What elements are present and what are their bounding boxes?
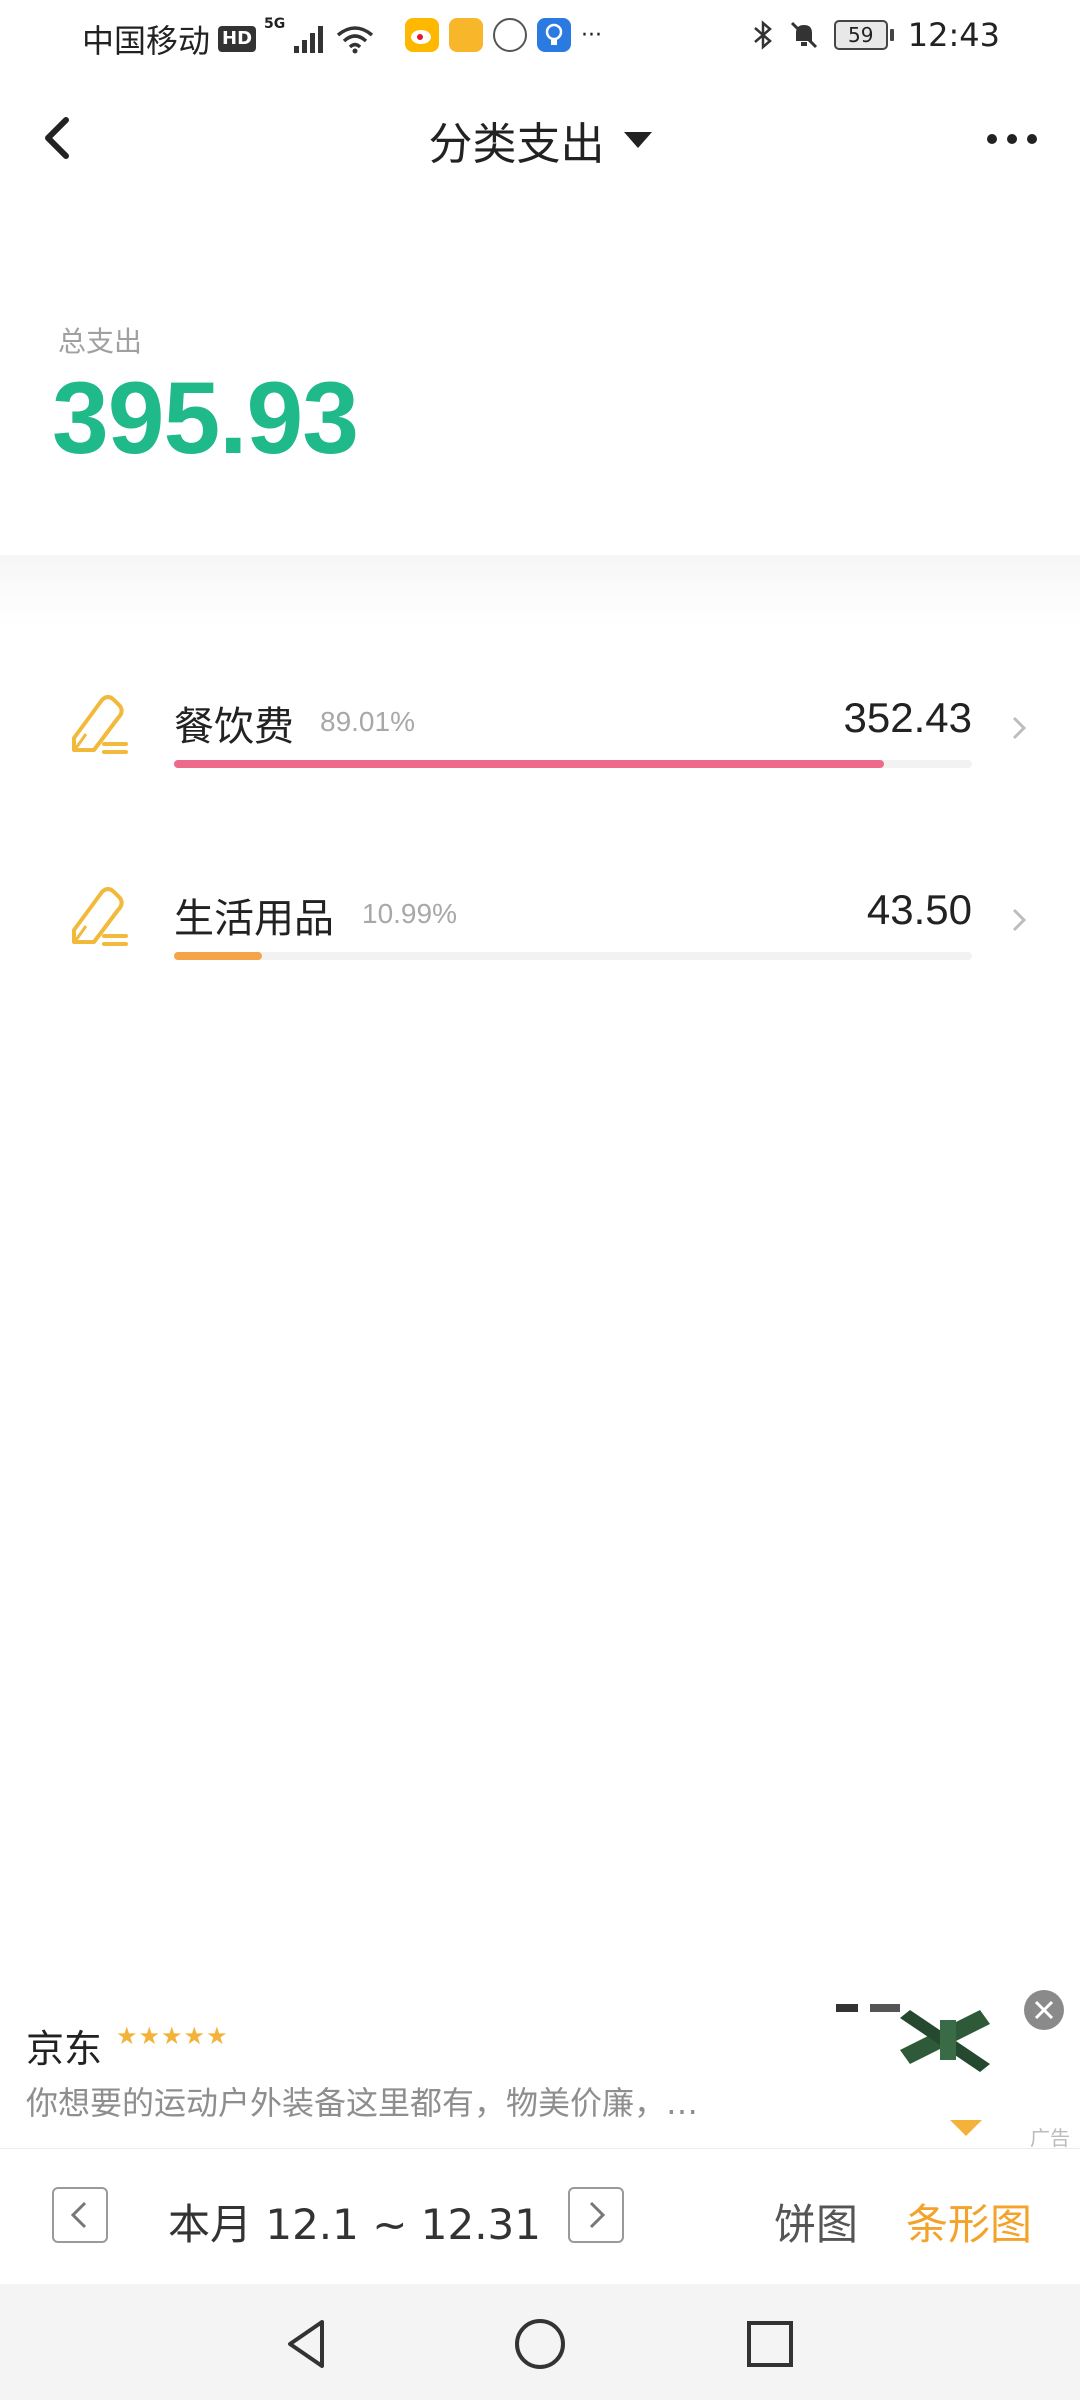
category-amount: 43.50: [866, 886, 972, 933]
ad-product-image: [836, 2004, 990, 2072]
bulb-icon: [537, 18, 571, 52]
carrier-label: 中国移动: [82, 22, 211, 60]
ad-description: 你想要的运动户外装备这里都有，物美价廉，…: [26, 2084, 699, 2122]
period-toolbar: 本月 12.1 ~ 12.31 饼图 条形图: [0, 2148, 1080, 2284]
category-progress-track: [174, 760, 972, 768]
section-divider: [0, 555, 1080, 625]
chevron-right-icon: [1012, 716, 1027, 740]
category-row-food[interactable]: 餐饮费 89.01% 352.43: [0, 688, 1080, 808]
notification-icons: ···: [405, 18, 602, 52]
wifi-icon: [337, 26, 374, 54]
page-title: 分类支出: [428, 119, 605, 170]
status-bar: 中国移动 HD 5G ··· 59 12:43: [0, 0, 1080, 72]
title-dropdown[interactable]: 分类支出: [0, 108, 1080, 172]
period-range[interactable]: 本月 12.1 ~ 12.31: [168, 2191, 541, 2252]
ad-brand: 京东: [26, 2027, 103, 2071]
network-type: 5G: [264, 16, 286, 32]
tab-pie-chart[interactable]: 饼图: [774, 2191, 858, 2252]
total-expense-label: 总支出: [58, 325, 143, 358]
app-icon-orange: [449, 18, 483, 52]
category-amount: 352.43: [843, 694, 972, 741]
screen: 中国移动 HD 5G ··· 59 12:43 分类支出 总支出 395.93 …: [0, 0, 1080, 2400]
system-nav-bar: [0, 2284, 1080, 2400]
more-dot: [1007, 134, 1017, 144]
category-row-daily-goods[interactable]: 生活用品 10.99% 43.50: [0, 880, 1080, 1000]
clock: 12:43: [907, 16, 1000, 54]
nav-back-icon[interactable]: [276, 2312, 340, 2376]
hd-badge: HD: [218, 26, 257, 52]
nav-recents-icon[interactable]: [738, 2312, 802, 2376]
status-right: 59 12:43: [752, 16, 1000, 54]
weibo-icon: [405, 18, 439, 52]
next-period-button[interactable]: [568, 2187, 624, 2243]
caret-down-icon: [623, 132, 652, 148]
signal-icon: [294, 26, 324, 53]
total-expense-card: 总支出 395.93: [0, 290, 1080, 550]
battery-indicator: 59: [833, 20, 894, 50]
mute-bell-icon: [790, 21, 817, 49]
category-percent: 89.01%: [320, 706, 415, 737]
status-left: 中国移动 HD 5G: [82, 16, 375, 62]
category-name: 生活用品: [174, 896, 334, 942]
ad-close-button[interactable]: [1024, 1990, 1064, 2030]
total-expense-value: 395.93: [52, 361, 359, 475]
category-progress-fill: [174, 952, 262, 960]
close-icon: [1034, 2000, 1054, 2020]
more-notifications: ···: [581, 22, 602, 48]
chevron-left-icon: [70, 2201, 87, 2229]
chevron-right-icon: [1012, 908, 1027, 932]
battery-tip: [889, 29, 894, 41]
more-options-button[interactable]: [974, 114, 1050, 164]
pencil-icon: [72, 887, 128, 946]
battery-level: 59: [833, 20, 888, 50]
category-name: 餐饮费: [174, 704, 294, 750]
bluetooth-icon: [753, 20, 772, 50]
ad-rating-stars: ★★★★★: [116, 2022, 229, 2050]
category-percent: 10.99%: [362, 898, 457, 929]
chevron-right-icon: [589, 2201, 606, 2229]
nav-home-icon[interactable]: [508, 2312, 572, 2376]
prev-period-button[interactable]: [52, 2187, 108, 2243]
more-dot: [987, 134, 997, 144]
category-progress-fill: [174, 760, 885, 768]
tab-bar-chart[interactable]: 条形图: [906, 2191, 1032, 2252]
more-dot: [1027, 134, 1037, 144]
category-progress-track: [174, 952, 972, 960]
top-app-bar: 分类支出: [0, 90, 1080, 186]
active-tab-pointer: [950, 2120, 982, 2136]
hand-icon: [493, 18, 527, 52]
ad-banner[interactable]: 京东 ★★★★★ 你想要的运动户外装备这里都有，物美价廉，… 广告: [0, 1980, 1080, 2150]
pencil-icon: [72, 695, 128, 754]
ad-label: 广告: [1030, 2126, 1070, 2150]
